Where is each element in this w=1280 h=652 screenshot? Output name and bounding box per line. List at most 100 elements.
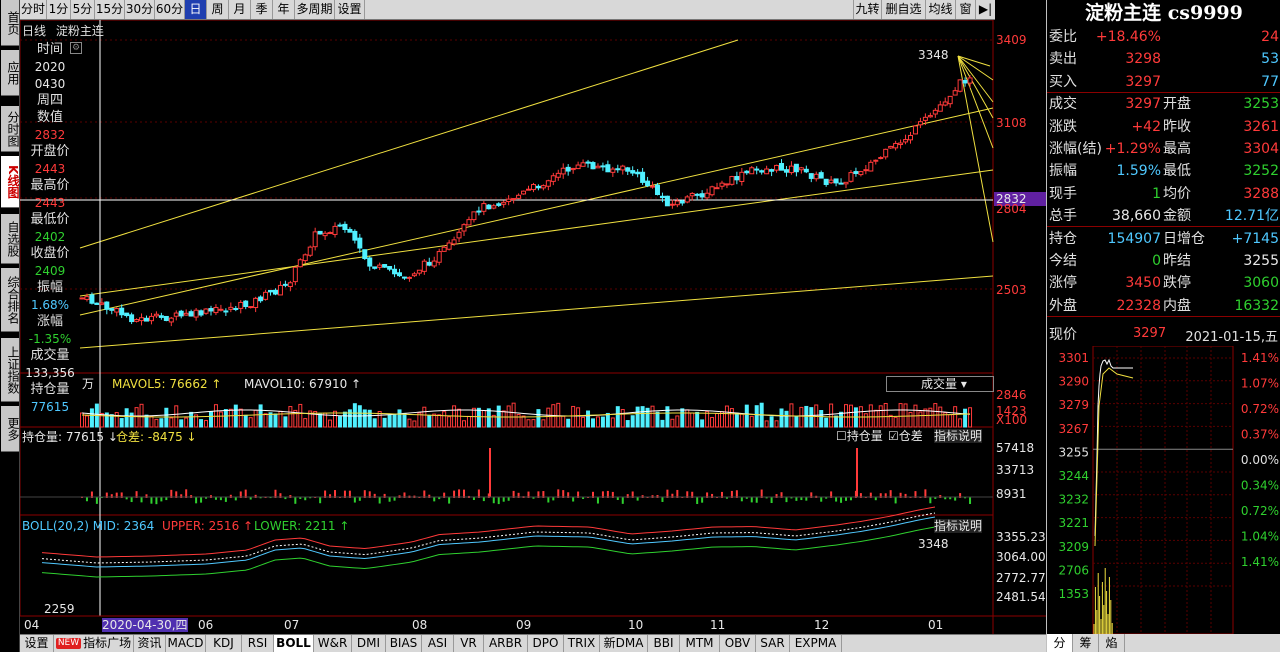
candle-body xyxy=(694,193,700,196)
oi-bar xyxy=(388,497,391,502)
indicator-btn-7[interactable]: W&R xyxy=(314,635,352,652)
period-btn-7[interactable]: 周 xyxy=(207,0,229,19)
quote-key: 买入 xyxy=(1049,73,1077,90)
sidebar-tab-home[interactable]: 首页 xyxy=(1,0,20,46)
volume-bar xyxy=(273,413,278,428)
indicator-btn-0[interactable]: 设置 xyxy=(20,635,54,652)
candle-body xyxy=(565,166,571,172)
indicator-btn-18[interactable]: OBV xyxy=(720,635,756,652)
toolbar-right-btn-2[interactable]: 均线 xyxy=(925,0,955,19)
indicator-btn-5[interactable]: RSI xyxy=(242,635,274,652)
sidebar-tab-shindex[interactable]: 上证指数 xyxy=(1,338,20,402)
indicator-btn-12[interactable]: ARBR xyxy=(484,635,528,652)
indicator-btn-16[interactable]: BBI xyxy=(648,635,680,652)
candle-body xyxy=(734,176,740,181)
period-btn-2[interactable]: 5分 xyxy=(71,0,95,19)
candle-body xyxy=(645,180,651,187)
indicator-btn-3[interactable]: MACD xyxy=(166,635,206,652)
toolbar-right-btn-4[interactable]: ▶| xyxy=(975,0,995,19)
indicator-btn-20[interactable]: EXPMA xyxy=(790,635,842,652)
boll-explain-button[interactable]: 指标说明 xyxy=(934,519,983,533)
indicator-btn-4[interactable]: KDJ xyxy=(206,635,242,652)
volume-bar xyxy=(238,408,243,428)
period-btn-8[interactable]: 月 xyxy=(229,0,251,19)
indicator-btn-13[interactable]: DPO xyxy=(528,635,564,652)
mini-tab-1[interactable]: 筹 xyxy=(1073,634,1099,652)
volume-dropdown[interactable]: 成交量 ▾ xyxy=(886,376,994,392)
checkbox-oi[interactable]: ☐持仓量 xyxy=(836,429,883,443)
period-btn-0[interactable]: 分时 xyxy=(20,0,47,19)
info-label-9: 成交量 xyxy=(30,348,70,363)
indicator-btn-19[interactable]: SAR xyxy=(756,635,790,652)
volume-bar xyxy=(506,405,511,428)
oi-bar xyxy=(621,497,624,504)
candle-body xyxy=(947,95,953,105)
volume-bar xyxy=(149,415,154,428)
sidebar-tab-kline[interactable]: K线图 xyxy=(1,156,20,208)
indicator-btn-17[interactable]: MTM xyxy=(680,635,720,652)
indicator-btn-15[interactable]: 新DMA xyxy=(600,635,648,652)
sidebar-tab-watchlist[interactable]: 自选股 xyxy=(1,214,20,264)
period-btn-10[interactable]: 年 xyxy=(273,0,295,19)
indicator-btn-11[interactable]: VR xyxy=(454,635,484,652)
indicator-btn-8[interactable]: DMI xyxy=(352,635,386,652)
sidebar-tab-apps[interactable]: 应用 xyxy=(1,50,20,96)
candle-body xyxy=(312,231,318,248)
candle-body xyxy=(372,266,378,269)
quote-row-2: 买入 3297 77 xyxy=(1047,71,1280,93)
candle-body xyxy=(104,301,110,310)
kline-chart-area[interactable] xyxy=(20,20,1046,634)
price-axis-label-4: 2503 xyxy=(996,283,1027,297)
indicator-btn-10[interactable]: ASI xyxy=(422,635,454,652)
candle-body xyxy=(883,148,889,158)
checkbox-diff[interactable]: ☑仓差 xyxy=(888,429,923,443)
toolbar-right-btn-0[interactable]: 九转 xyxy=(853,0,881,19)
toolbar-right-btn-1[interactable]: 删自选 xyxy=(881,0,925,19)
period-btn-11[interactable]: 多周期 xyxy=(295,0,335,19)
candle-body xyxy=(530,184,536,191)
indicator-btn-9[interactable]: BIAS xyxy=(386,635,422,652)
toolbar-right-btn-3[interactable]: 窗 xyxy=(955,0,975,19)
period-btn-6[interactable]: 日 xyxy=(185,0,207,19)
period-btn-3[interactable]: 15分 xyxy=(95,0,125,19)
volume-bar xyxy=(531,419,536,428)
candle-body xyxy=(754,168,760,171)
volume-bar xyxy=(814,404,819,428)
oi-bar xyxy=(393,497,396,501)
mini-tab-2[interactable]: 焰 xyxy=(1099,634,1125,652)
period-btn-5[interactable]: 60分 xyxy=(155,0,185,19)
period-btn-12[interactable]: 设置 xyxy=(335,0,365,19)
candle-body xyxy=(397,272,403,277)
oi-explain-button[interactable]: 指标说明 xyxy=(934,429,983,443)
period-btn-1[interactable]: 1分 xyxy=(47,0,71,19)
sidebar-tab-timeshare[interactable]: 分时图 xyxy=(1,106,20,152)
info-value-6: 2409 xyxy=(34,264,66,278)
period-btn-9[interactable]: 季 xyxy=(251,0,273,19)
volume-bar xyxy=(675,415,680,428)
sidebar-tab-ranking[interactable]: 综合排名 xyxy=(1,268,20,332)
candle-body xyxy=(590,162,596,170)
oi-bar xyxy=(502,497,505,502)
period-btn-4[interactable]: 30分 xyxy=(125,0,155,19)
candle-body xyxy=(679,200,685,204)
oi-bar xyxy=(969,497,972,504)
quote-row-3: 成交 3297 开盘 3253 xyxy=(1047,93,1280,115)
candle-body xyxy=(342,223,348,231)
quote-key2: 最高 xyxy=(1163,141,1191,157)
candle-body xyxy=(352,230,358,241)
candle-body xyxy=(808,173,814,179)
candle-body xyxy=(863,169,869,172)
indicator-btn-1[interactable]: NEW 指标广场 xyxy=(54,635,134,652)
mini-frame xyxy=(1092,346,1234,634)
quote-key: 成交 xyxy=(1049,96,1077,113)
sidebar-tab-more[interactable]: 更多 xyxy=(1,406,20,452)
volume-bar xyxy=(263,413,268,428)
indicator-btn-14[interactable]: TRIX xyxy=(564,635,600,652)
volume-bar xyxy=(412,420,417,428)
mini-tab-0[interactable]: 分 xyxy=(1047,634,1073,652)
intraday-mini-chart[interactable]: 3301 3290 3279 3267 3255 3244 3232 3221 3209 2706… xyxy=(1047,346,1280,634)
volume-bar xyxy=(958,418,963,428)
indicator-btn-2[interactable]: 资讯 xyxy=(134,635,166,652)
indicator-btn-6[interactable]: BOLL xyxy=(274,635,314,652)
volume-bar xyxy=(258,404,263,428)
